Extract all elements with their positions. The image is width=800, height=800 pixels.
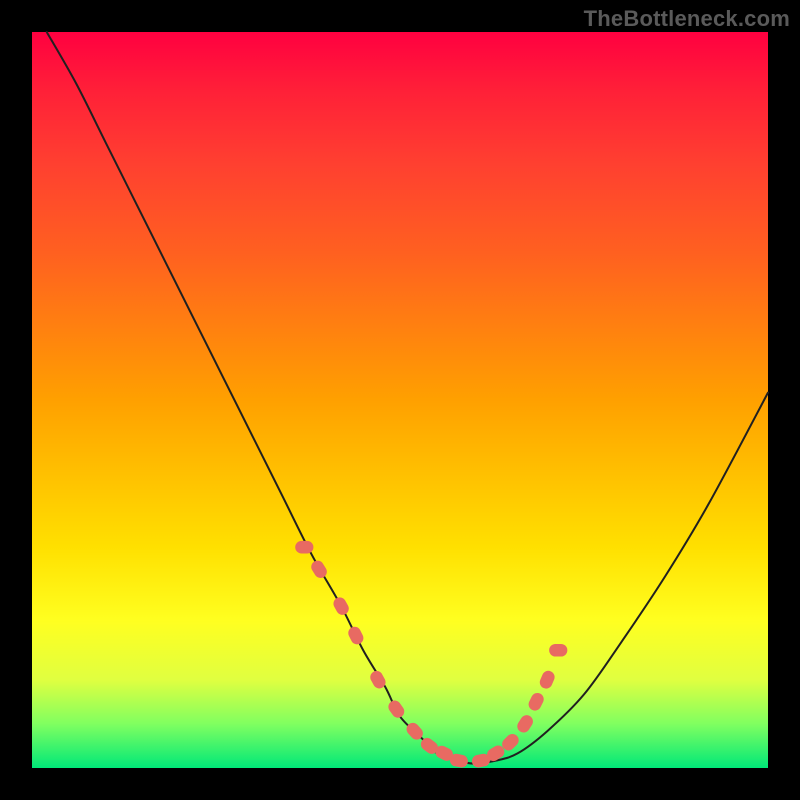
- bottleneck-curve: [47, 32, 768, 764]
- plot-area: [32, 32, 768, 768]
- chart-svg: [32, 32, 768, 768]
- highlight-markers: [295, 541, 567, 769]
- highlight-marker: [549, 644, 567, 657]
- highlight-marker: [331, 595, 351, 617]
- highlight-marker: [526, 691, 545, 713]
- highlight-marker: [515, 713, 535, 735]
- highlight-marker: [386, 698, 407, 720]
- chart-container: TheBottleneck.com: [0, 0, 800, 800]
- highlight-marker: [346, 625, 365, 647]
- watermark-text: TheBottleneck.com: [584, 6, 790, 32]
- highlight-marker: [295, 541, 313, 554]
- highlight-marker: [538, 669, 557, 691]
- highlight-marker: [309, 558, 329, 580]
